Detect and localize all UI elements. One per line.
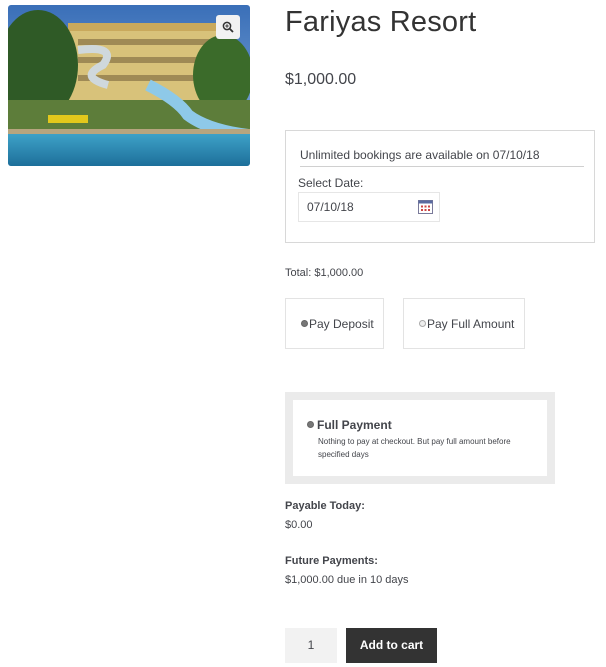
pay-full-amount-label: Pay Full Amount: [427, 316, 515, 331]
date-value: 07/10/18: [307, 200, 354, 214]
pay-full-amount-radio[interactable]: [419, 320, 426, 327]
booking-box: Unlimited bookings are available on 07/1…: [285, 130, 595, 243]
product-image[interactable]: [8, 5, 250, 166]
plan-title: Full Payment: [317, 418, 392, 432]
payable-today-value: $0.00: [285, 519, 313, 531]
payable-today-label: Payable Today:: [285, 500, 365, 512]
zoom-button[interactable]: [216, 15, 240, 39]
availability-text: Unlimited bookings are available on 07/1…: [300, 148, 584, 167]
future-payments-value: $1,000.00 due in 10 days: [285, 574, 409, 586]
quantity-input[interactable]: 1: [285, 628, 337, 663]
future-payments-label: Future Payments:: [285, 555, 378, 567]
resort-photo: [8, 5, 250, 166]
pay-full-amount-option[interactable]: Pay Full Amount: [403, 298, 525, 349]
zoom-in-icon: [222, 21, 234, 33]
full-payment-radio[interactable]: [307, 421, 314, 428]
add-to-cart-button[interactable]: Add to cart: [346, 628, 437, 663]
pay-deposit-radio[interactable]: [301, 320, 308, 327]
calendar-icon[interactable]: [418, 200, 433, 214]
select-date-label: Select Date:: [298, 176, 364, 190]
plan-description: Nothing to pay at checkout. But pay full…: [318, 437, 511, 459]
payment-plan-option[interactable]: Full Payment Nothing to pay at checkout.…: [293, 400, 547, 476]
total-text: Total: $1,000.00: [285, 267, 364, 279]
pay-deposit-option[interactable]: Pay Deposit: [285, 298, 384, 349]
payment-plan-box: Full Payment Nothing to pay at checkout.…: [285, 392, 555, 484]
product-title: Fariyas Resort: [285, 6, 477, 38]
product-price: $1,000.00: [285, 71, 357, 88]
pay-deposit-label: Pay Deposit: [309, 316, 374, 331]
date-input[interactable]: 07/10/18: [298, 192, 440, 222]
